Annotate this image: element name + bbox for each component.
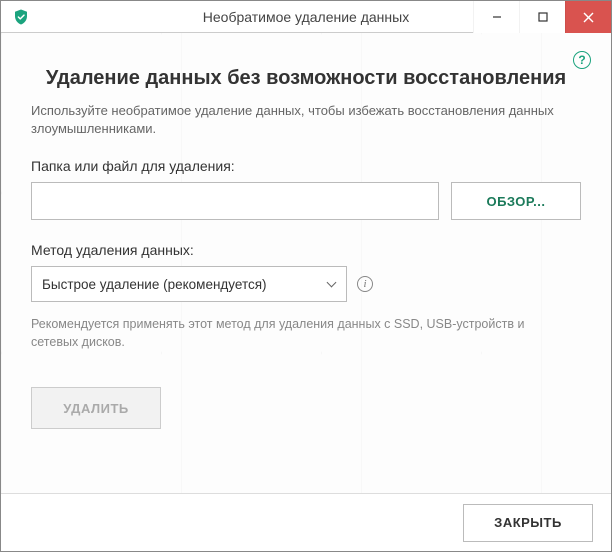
window-controls — [473, 1, 611, 33]
filepath-input[interactable] — [31, 182, 439, 220]
method-description: Рекомендуется применять этот метод для у… — [31, 316, 551, 351]
titlebar: Необратимое удаление данных — [1, 1, 611, 33]
close-window-button[interactable] — [565, 1, 611, 33]
method-field-label: Метод удаления данных: — [31, 242, 581, 258]
maximize-button[interactable] — [519, 1, 565, 33]
file-field-label: Папка или файл для удаления: — [31, 158, 581, 174]
info-icon[interactable]: i — [357, 276, 373, 292]
delete-button[interactable]: УДАЛИТЬ — [31, 387, 161, 429]
chevron-down-icon — [326, 279, 336, 289]
content-area: ? Удаление данных без возможности восста… — [1, 33, 611, 493]
method-selected-value: Быстрое удаление (рекомендуется) — [42, 277, 267, 292]
browse-button[interactable]: ОБЗОР... — [451, 182, 581, 220]
method-row: Быстрое удаление (рекомендуется) i — [31, 266, 581, 302]
help-icon[interactable]: ? — [573, 51, 591, 69]
bottom-bar: ЗАКРЫТЬ — [1, 493, 611, 551]
page-heading: Удаление данных без возможности восстано… — [31, 67, 581, 90]
minimize-button[interactable] — [473, 1, 519, 33]
close-button[interactable]: ЗАКРЫТЬ — [463, 504, 593, 542]
file-row: ОБЗОР... — [31, 182, 581, 220]
app-shield-icon — [11, 7, 31, 27]
method-select[interactable]: Быстрое удаление (рекомендуется) — [31, 266, 347, 302]
page-description: Используйте необратимое удаление данных,… — [31, 102, 581, 138]
